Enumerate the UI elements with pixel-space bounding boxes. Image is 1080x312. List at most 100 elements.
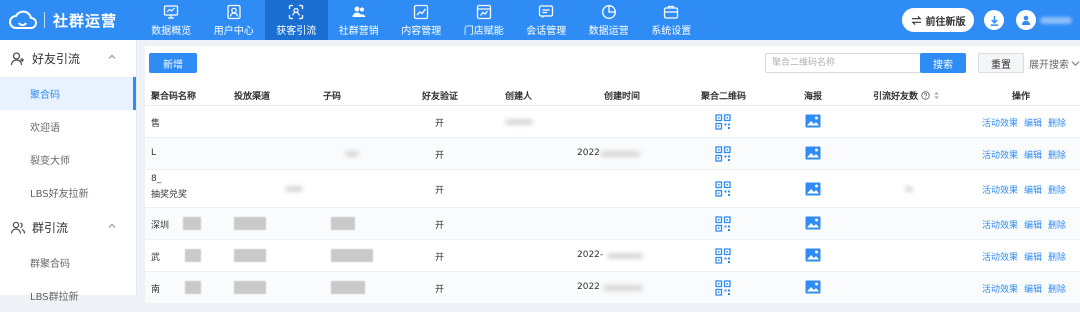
edit-link[interactable]: 编辑: [1024, 282, 1042, 295]
search-input[interactable]: [765, 53, 929, 73]
image-icon[interactable]: [805, 280, 821, 294]
search-button[interactable]: 搜索: [920, 53, 966, 73]
redacted-channel: [234, 281, 266, 294]
reset-button[interactable]: 重置: [978, 53, 1024, 73]
row-actions: 活动效果 编辑 删除: [982, 148, 1066, 161]
delete-link[interactable]: 删除: [1048, 218, 1066, 231]
qr-code-icon[interactable]: [715, 280, 731, 296]
add-button[interactable]: 新增: [149, 53, 197, 73]
user-card-icon: [227, 4, 241, 19]
redacted-channel: [285, 186, 303, 192]
nav-item-session-management[interactable]: 会话管理: [515, 0, 578, 40]
view-effect-link[interactable]: 活动效果: [982, 250, 1018, 263]
delete-link[interactable]: 删除: [1048, 148, 1066, 161]
avatar[interactable]: [1016, 10, 1036, 30]
view-effect-link[interactable]: 活动效果: [982, 116, 1018, 129]
view-effect-link[interactable]: 活动效果: [982, 148, 1018, 161]
edit-link[interactable]: 编辑: [1024, 218, 1042, 231]
nav-item-acquisition[interactable]: 获客引流: [265, 0, 328, 40]
redacted-channel: [234, 217, 266, 230]
qr-code-icon[interactable]: [715, 146, 731, 162]
sidebar-item-welcome-message[interactable]: 欢迎语: [0, 110, 136, 143]
nav-item-user-center[interactable]: 用户中心: [203, 0, 266, 40]
view-effect-link[interactable]: 活动效果: [982, 282, 1018, 295]
image-icon[interactable]: [805, 114, 821, 128]
col-header-channel[interactable]: 投放渠道: [234, 89, 270, 102]
sidebar-item-group-aggregate-code[interactable]: 群聚合码: [0, 246, 136, 279]
table-row[interactable]: 深圳 开 活动效果 编辑 删除: [145, 208, 1080, 240]
download-button[interactable]: [984, 10, 1004, 30]
sidebar-item-aggregate-code[interactable]: 聚合码: [0, 77, 136, 110]
view-effect-link[interactable]: 活动效果: [982, 218, 1018, 231]
sidebar-item-lbs-friend[interactable]: LBS好友拉新: [0, 176, 136, 209]
delete-link[interactable]: 删除: [1048, 282, 1066, 295]
delete-link[interactable]: 删除: [1048, 183, 1066, 196]
cell-verify: 开: [435, 119, 445, 129]
nav-label: 数据概览: [151, 25, 192, 37]
app-logo[interactable]: 社群运营: [8, 7, 117, 33]
table-row[interactable]: 8_ 抽奖兑奖 开 活动效果 编辑 删除: [145, 170, 1080, 208]
row-actions: 活动效果 编辑 删除: [982, 250, 1066, 263]
cloud-logo-icon: [9, 10, 37, 29]
qr-code-icon[interactable]: [715, 114, 731, 130]
redacted-name: [185, 249, 201, 262]
scan-icon: [289, 4, 304, 19]
table-row[interactable]: 售 开 活动效果 编辑 删除: [145, 106, 1080, 138]
delete-link[interactable]: 删除: [1048, 250, 1066, 263]
sort-icon[interactable]: [933, 91, 940, 100]
table-row[interactable]: 武 开 2022- 活动效果 编辑 删除: [145, 240, 1080, 272]
help-icon[interactable]: [921, 91, 930, 100]
nav-item-store-enablement[interactable]: 门店赋能: [453, 0, 516, 40]
image-icon[interactable]: [805, 182, 821, 196]
image-icon[interactable]: [805, 216, 821, 230]
nav-label: 社群营销: [338, 25, 379, 37]
chart-line-icon: [414, 4, 429, 19]
sidebar-item-lbs-group[interactable]: LBS群拉新: [0, 279, 136, 312]
edit-link[interactable]: 编辑: [1024, 250, 1042, 263]
edit-link[interactable]: 编辑: [1024, 183, 1042, 196]
nav-item-data-operations[interactable]: 数据运营: [578, 0, 641, 40]
col-header-subcode[interactable]: 子码: [323, 89, 341, 102]
nav-item-content-management[interactable]: 内容管理: [390, 0, 453, 40]
goto-new-version-button[interactable]: 前往新版: [902, 8, 974, 32]
sidebar-item-fission-master[interactable]: 裂变大师: [0, 143, 136, 176]
user-plus-icon: [10, 51, 24, 65]
qr-code-icon[interactable]: [715, 181, 731, 197]
sidebar-group-group-acquisition[interactable]: 群引流: [0, 209, 136, 246]
cell-name: 8_: [151, 174, 162, 184]
store-chart-icon: [476, 4, 491, 19]
col-header-name[interactable]: 聚合码名称: [151, 89, 196, 102]
nav-label: 数据运营: [588, 25, 629, 37]
cell-created-time: 2022: [577, 148, 600, 158]
image-icon[interactable]: [805, 146, 821, 160]
view-effect-link[interactable]: 活动效果: [982, 183, 1018, 196]
image-icon[interactable]: [805, 248, 821, 262]
table-header: 聚合码名称 投放渠道 子码 好友验证 创建人 创建时间 聚合二维码 海报 引流好…: [145, 82, 1080, 106]
col-header-qr[interactable]: 聚合二维码: [701, 89, 746, 102]
top-navbar: 社群运营 数据概览 用户中心 获客引流 社群营销 内容管理 门店赋能 会话管理 …: [0, 0, 1080, 40]
qr-code-icon[interactable]: [715, 248, 731, 264]
cell-verify: 开: [435, 186, 445, 196]
col-header-verify[interactable]: 好友验证: [422, 89, 458, 102]
table-row[interactable]: 南 开 2022 活动效果 编辑 删除: [145, 272, 1080, 304]
nav-item-system-settings[interactable]: 系统设置: [640, 0, 703, 40]
col-header-created-time[interactable]: 创建时间: [604, 89, 640, 102]
edit-link[interactable]: 编辑: [1024, 148, 1042, 161]
qr-code-icon[interactable]: [715, 216, 731, 232]
edit-link[interactable]: 编辑: [1024, 116, 1042, 129]
sidebar-group-friend-acquisition[interactable]: 好友引流: [0, 40, 136, 77]
expand-search-label: 展开搜索: [1029, 60, 1069, 71]
row-actions: 活动效果 编辑 删除: [982, 183, 1066, 196]
col-header-friend-count[interactable]: 引流好友数: [873, 89, 940, 102]
col-header-poster[interactable]: 海报: [804, 89, 822, 102]
cell-name-line2: 抽奖兑奖: [151, 190, 188, 200]
row-actions: 活动效果 编辑 删除: [982, 282, 1066, 295]
nav-item-community-marketing[interactable]: 社群营销: [328, 0, 391, 40]
redacted-time: [603, 285, 643, 291]
nav-item-data-overview[interactable]: 数据概览: [140, 0, 203, 40]
cell-name: 深圳: [151, 221, 170, 231]
col-header-creator[interactable]: 创建人: [505, 89, 532, 102]
expand-search-toggle[interactable]: 展开搜索: [1029, 56, 1080, 71]
table-row[interactable]: L 开 2022 活动效果 编辑 删除: [145, 138, 1080, 170]
delete-link[interactable]: 删除: [1048, 116, 1066, 129]
